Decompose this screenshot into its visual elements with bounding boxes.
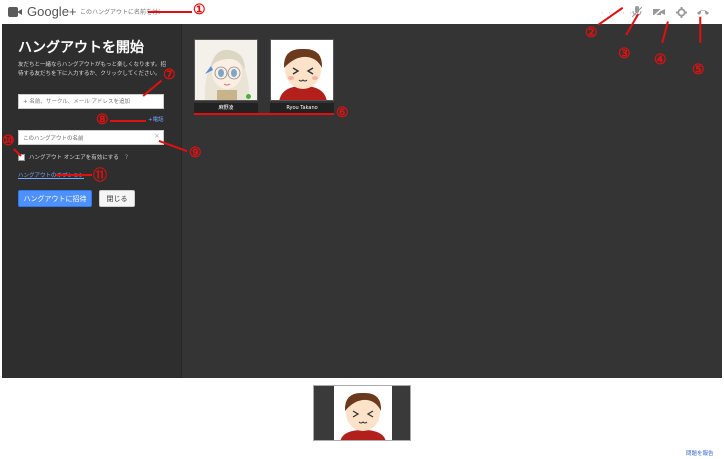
contact-name: Ryou Takano bbox=[270, 103, 334, 113]
onair-row: ハングアウト オンエアを有効にする ? bbox=[18, 153, 128, 161]
video-camera-icon bbox=[8, 6, 23, 18]
help-icon[interactable]: ? bbox=[125, 154, 128, 161]
report-problem-link[interactable]: 問題を報告 bbox=[686, 449, 714, 457]
close-button[interactable]: 閉じる bbox=[99, 190, 135, 207]
annotation-line bbox=[56, 174, 92, 176]
annotation-marker: ⑥ bbox=[336, 105, 349, 121]
onair-label: ハングアウト オンエアを有効にする bbox=[29, 155, 119, 161]
invite-people-input[interactable] bbox=[18, 94, 164, 109]
brand: Google+ bbox=[8, 4, 77, 19]
contact-name: 麻野凌 bbox=[194, 103, 258, 113]
panel-description: 友だちと一緒ならハングアウトがもっと楽しくなります。招待する友だちを下に入力する… bbox=[18, 62, 166, 77]
online-status-dot bbox=[246, 94, 251, 99]
contact-card[interactable]: Ryou Takano bbox=[270, 39, 334, 114]
annotation-marker: ① bbox=[193, 2, 206, 18]
annotation-marker: ⑦ bbox=[163, 67, 176, 83]
annotation-marker: ⑧ bbox=[96, 112, 109, 128]
annotation-marker: ③ bbox=[618, 46, 631, 62]
annotation-line bbox=[699, 16, 701, 43]
cartoon-boy-avatar bbox=[334, 386, 392, 440]
annotation-line bbox=[148, 11, 192, 13]
annotation-marker: ⑩ bbox=[2, 133, 15, 149]
camera-off-icon[interactable] bbox=[652, 5, 666, 19]
hangout-main-area: ハングアウトを開始 友だちと一緒ならハングアウトがもっと楽しくなります。招待する… bbox=[2, 24, 722, 378]
panel-title: ハングアウトを開始 bbox=[18, 40, 144, 56]
clear-name-icon[interactable]: × bbox=[154, 132, 160, 140]
annotation-marker: ② bbox=[585, 25, 598, 41]
contact-card[interactable]: 麻野凌 bbox=[194, 39, 258, 114]
annotation-marker: ⑪ bbox=[93, 168, 107, 184]
annotation-marker: ⑤ bbox=[692, 62, 705, 78]
brand-logo-text: Google+ bbox=[27, 4, 77, 19]
start-hangout-panel: ハングアウトを開始 友だちと一緒ならハングアウトがもっと楽しくなります。招待する… bbox=[2, 24, 182, 378]
add-phone-link[interactable]: +電話 bbox=[148, 115, 164, 123]
self-video-preview bbox=[313, 385, 411, 441]
cartoon-boy-avatar bbox=[270, 39, 334, 101]
hangup-phone-icon[interactable] bbox=[696, 5, 710, 19]
annotation-marker: ⑨ bbox=[189, 145, 202, 161]
hangout-window: Google+ · · · · · · ハングアウトを開始 友だちと一緒ならハン… bbox=[0, 0, 724, 459]
hangout-name-input[interactable] bbox=[18, 130, 164, 145]
annotation-line bbox=[110, 120, 146, 122]
annotation-line bbox=[194, 113, 334, 115]
anime-girl-avatar bbox=[194, 39, 258, 101]
invite-to-hangout-button[interactable]: ハングアウトに招待 bbox=[18, 190, 92, 207]
settings-gear-icon[interactable] bbox=[674, 5, 688, 19]
annotation-marker: ④ bbox=[654, 52, 667, 68]
